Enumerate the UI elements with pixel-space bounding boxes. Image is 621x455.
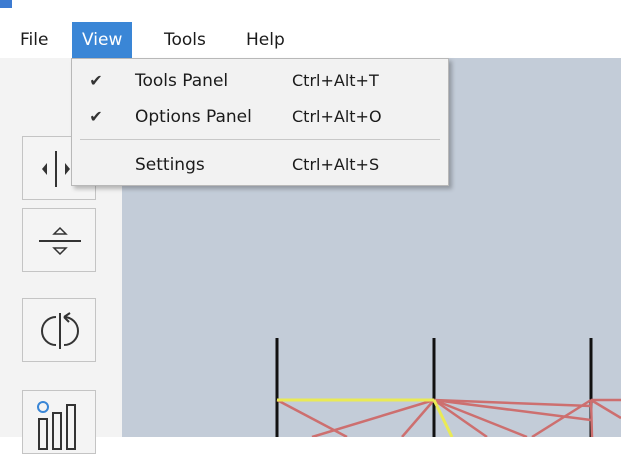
split-vertical-icon	[39, 226, 81, 256]
check-icon: ✔	[89, 107, 103, 126]
menu-item-label: Tools Panel	[135, 71, 229, 91]
menu-view[interactable]: View	[72, 22, 133, 58]
view-menu-item-settings[interactable]: Settings Ctrl+Alt+S	[72, 147, 448, 183]
chart-settings-button[interactable]	[22, 390, 96, 454]
menu-item-shortcut: Ctrl+Alt+O	[292, 107, 382, 126]
rotate-button[interactable]	[22, 298, 96, 362]
view-menu-dropdown: ✔ Tools Panel Ctrl+Alt+T ✔ Options Panel…	[71, 58, 449, 186]
menu-tools[interactable]: Tools	[154, 22, 216, 58]
highlight-lines	[277, 398, 454, 437]
menu-file[interactable]: File	[10, 22, 58, 58]
menu-item-shortcut: Ctrl+Alt+S	[292, 155, 380, 174]
menu-item-label: Settings	[135, 155, 205, 175]
view-menu-item-tools-panel[interactable]: ✔ Tools Panel Ctrl+Alt+T	[72, 63, 448, 99]
rotate-icon	[41, 312, 79, 349]
view-menu-item-options-panel[interactable]: ✔ Options Panel Ctrl+Alt+O	[72, 99, 448, 135]
title-bar	[0, 0, 621, 14]
split-vertical-button[interactable]	[22, 208, 96, 272]
check-icon: ✔	[89, 71, 103, 90]
menu-item-label: Options Panel	[135, 107, 252, 127]
menu-separator	[80, 139, 440, 140]
menu-help[interactable]: Help	[236, 22, 295, 58]
chart-settings-icon	[37, 401, 76, 450]
menu-item-shortcut: Ctrl+Alt+T	[292, 71, 379, 90]
app-icon	[0, 0, 12, 8]
menu-bar: File View Tools Help	[0, 22, 621, 58]
